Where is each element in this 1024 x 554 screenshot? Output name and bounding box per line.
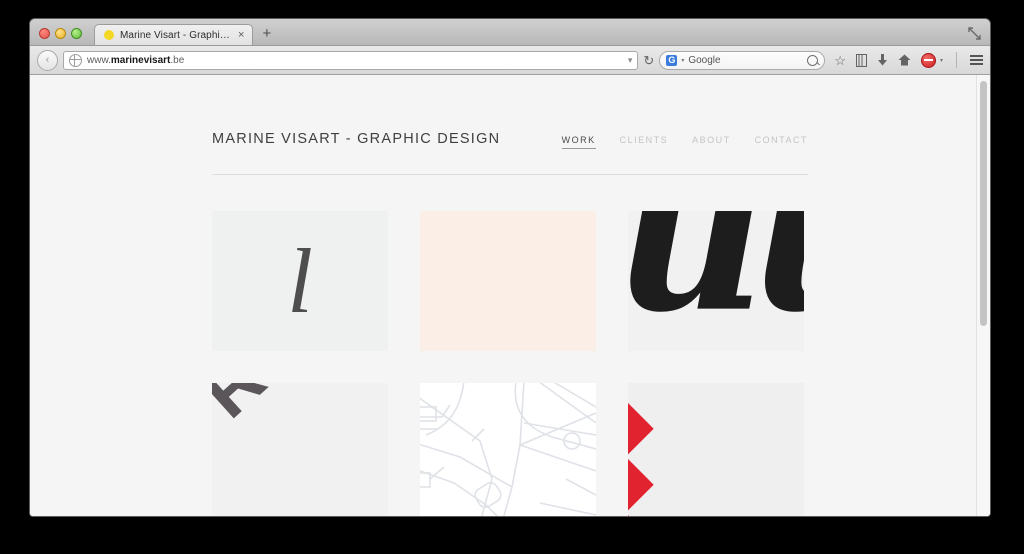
search-input[interactable]: Google bbox=[688, 55, 720, 66]
zoom-window-button[interactable] bbox=[71, 28, 82, 39]
url-text: www.marinevisart.be bbox=[87, 55, 184, 66]
italic-l-thumb[interactable]: l bbox=[212, 211, 388, 351]
header-divider bbox=[212, 174, 808, 175]
stripe-3 bbox=[628, 511, 654, 516]
browser-window: Marine Visart - Graphic D... × + ‹ www.m… bbox=[29, 18, 991, 517]
adblock-icon[interactable] bbox=[920, 52, 936, 68]
website-page: MARINE VISART - GRAPHIC DESIGN WORK CLIE… bbox=[30, 75, 990, 516]
search-bar[interactable]: G ▾ Google bbox=[659, 50, 826, 70]
search-icon[interactable] bbox=[807, 54, 819, 66]
map-illustration bbox=[420, 383, 596, 516]
tab-favicon-icon bbox=[104, 30, 114, 40]
stripe-2 bbox=[628, 455, 654, 516]
minimize-window-button[interactable] bbox=[55, 28, 66, 39]
toolbar-divider bbox=[956, 52, 957, 68]
address-bar[interactable]: www.marinevisart.be ▾ bbox=[63, 50, 639, 70]
page-scrollbar[interactable] bbox=[976, 75, 990, 516]
google-icon: G bbox=[666, 54, 678, 66]
thumb-glyph: RET bbox=[212, 383, 360, 433]
chevron-down-icon[interactable]: ▾ bbox=[628, 55, 633, 66]
tab-strip: Marine Visart - Graphic D... × + bbox=[30, 19, 990, 46]
url-suffix: .be bbox=[170, 54, 185, 66]
close-window-button[interactable] bbox=[39, 28, 50, 39]
search-engine-chevron-icon[interactable]: ▾ bbox=[681, 57, 684, 64]
downloads-icon[interactable] bbox=[877, 53, 888, 67]
bookmark-star-icon[interactable]: ☆ bbox=[834, 54, 846, 67]
nav-item-clients[interactable]: CLIENTS bbox=[620, 135, 669, 148]
page-viewport: MARINE VISART - GRAPHIC DESIGN WORK CLIE… bbox=[30, 75, 990, 516]
browser-toolbar: ‹ www.marinevisart.be ▾ ↻ G ▾ Google ☆ ▾ bbox=[30, 46, 990, 75]
adblock-chevron-icon[interactable]: ▾ bbox=[940, 57, 943, 64]
cream-blank-thumb[interactable] bbox=[420, 211, 596, 351]
portfolio-grid: l uu RET bbox=[212, 211, 808, 516]
site-header: MARINE VISART - GRAPHIC DESIGN WORK CLIE… bbox=[212, 131, 808, 149]
url-domain: marinevisart bbox=[110, 54, 171, 66]
black-script-thumb[interactable]: uu bbox=[628, 211, 804, 351]
url-prefix: www. bbox=[87, 54, 111, 66]
new-tab-button[interactable]: + bbox=[253, 26, 280, 45]
toolbar-icon-group: ☆ ▾ bbox=[830, 52, 983, 68]
hamburger-menu-icon[interactable] bbox=[970, 55, 983, 65]
window-controls bbox=[30, 28, 90, 45]
back-button[interactable]: ‹ bbox=[37, 49, 58, 71]
close-tab-icon[interactable]: × bbox=[238, 29, 244, 41]
address-bar-actions: ▾ bbox=[628, 55, 633, 66]
reload-icon[interactable]: ↻ bbox=[643, 54, 654, 67]
rotated-letters-thumb[interactable]: RET bbox=[212, 383, 388, 516]
nav-item-about[interactable]: ABOUT bbox=[692, 135, 731, 148]
scrollbar-thumb[interactable] bbox=[980, 81, 987, 326]
thumb-glyph: l bbox=[287, 230, 313, 332]
page-title: MARINE VISART - GRAPHIC DESIGN bbox=[212, 131, 501, 147]
map-lines-thumb[interactable] bbox=[420, 383, 596, 516]
expand-arrows-icon[interactable] bbox=[968, 27, 990, 45]
library-icon[interactable] bbox=[855, 53, 867, 67]
thumb-glyph: uu bbox=[628, 211, 804, 342]
tab-title: Marine Visart - Graphic D... bbox=[120, 29, 232, 41]
site-navigation: WORK CLIENTS ABOUT CONTACT bbox=[561, 135, 808, 149]
nav-item-work[interactable]: WORK bbox=[561, 135, 596, 149]
red-stripes-thumb[interactable] bbox=[628, 383, 804, 516]
browser-tab[interactable]: Marine Visart - Graphic D... × bbox=[94, 24, 254, 45]
nav-item-contact[interactable]: CONTACT bbox=[755, 135, 808, 148]
globe-icon bbox=[69, 53, 82, 67]
screen: Marine Visart - Graphic D... × + ‹ www.m… bbox=[0, 0, 1024, 554]
content-container: MARINE VISART - GRAPHIC DESIGN WORK CLIE… bbox=[212, 75, 808, 516]
home-icon[interactable] bbox=[898, 54, 911, 66]
